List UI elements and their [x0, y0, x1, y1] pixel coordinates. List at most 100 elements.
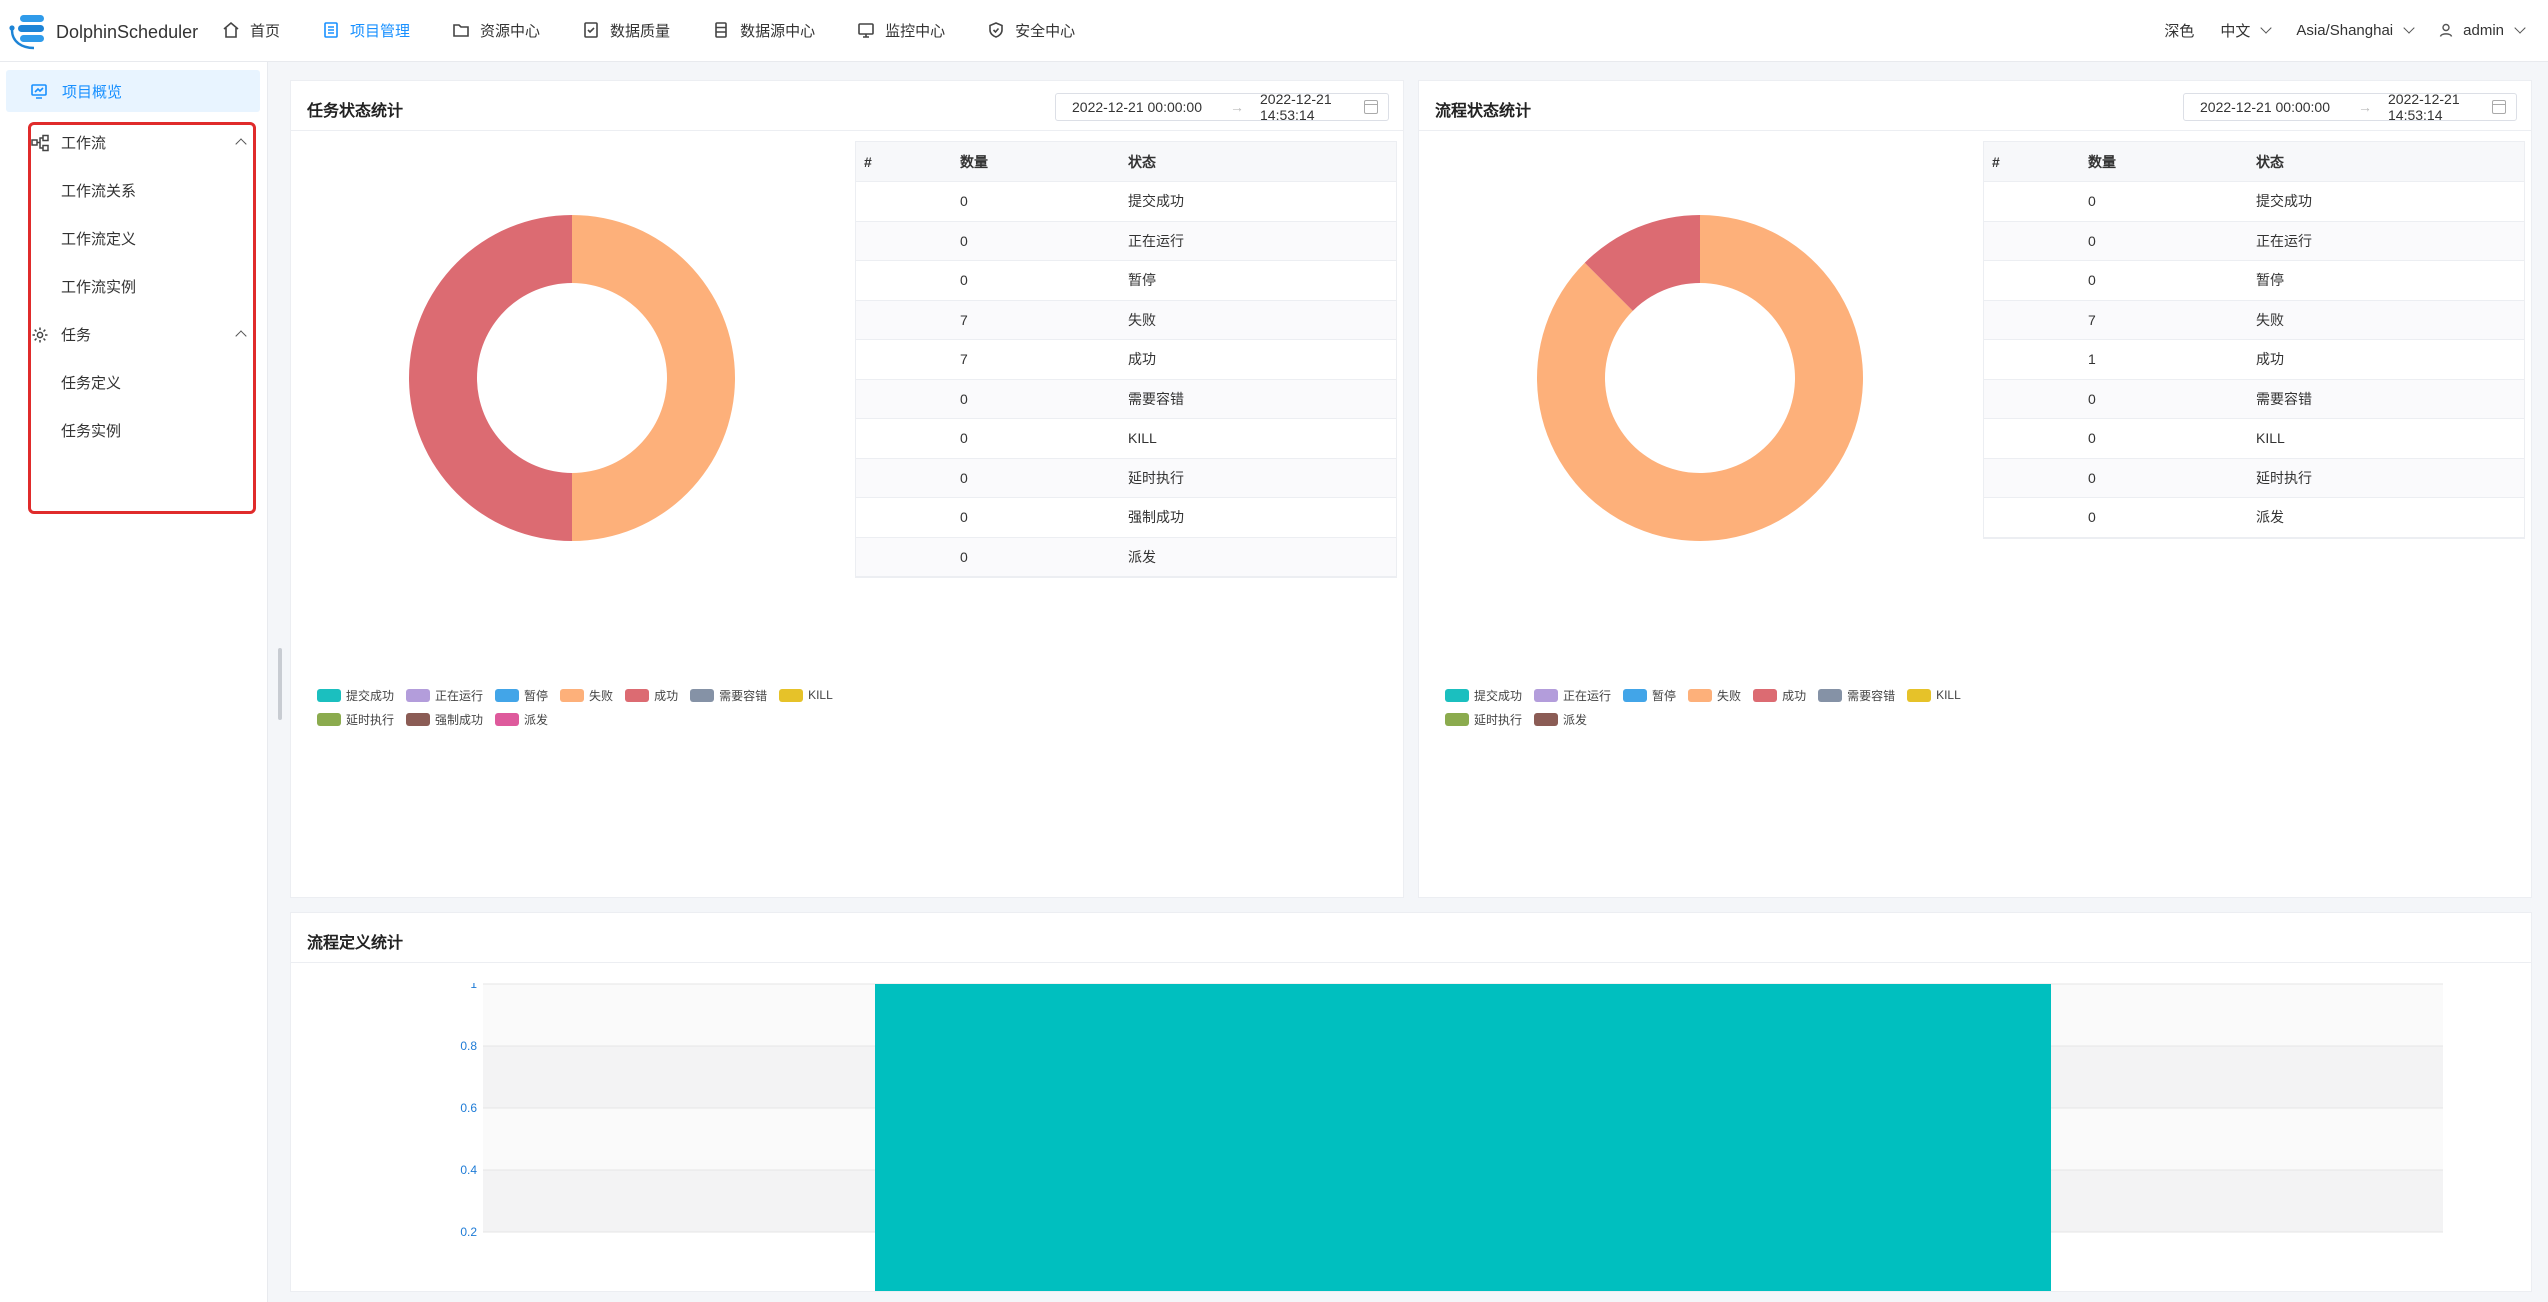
legend-item[interactable]: 成功	[1753, 687, 1806, 703]
nav-monitor[interactable]: 监控中心	[857, 0, 945, 60]
range-start: 2022-12-21 00:00:00	[1072, 99, 1202, 115]
nav-label: 安全中心	[1015, 22, 1076, 40]
row-count: 7	[960, 351, 968, 368]
chevron-down-icon	[2260, 22, 2273, 34]
card-header: 流程状态统计 2022-12-21 00:00:00 → 2022-12-21 …	[1419, 81, 2531, 131]
legend-item[interactable]: 需要容错	[690, 687, 767, 703]
card-title: 任务状态统计	[307, 103, 404, 120]
legend-item[interactable]: 派发	[495, 711, 548, 727]
home-icon	[223, 21, 239, 38]
legend-item[interactable]: 失败	[1688, 687, 1741, 703]
table-row: 0 提交成功	[1984, 182, 2524, 222]
row-count: 0	[2088, 232, 2096, 249]
project-icon	[324, 22, 338, 38]
sidebar-item-workflow-relation[interactable]: 工作流关系	[61, 180, 136, 201]
nav-label: 资源中心	[480, 22, 541, 40]
row-count: 0	[2088, 193, 2096, 210]
language-select[interactable]: 中文	[2220, 20, 2273, 41]
legend-item[interactable]: 提交成功	[1445, 687, 1522, 703]
legend-label: 失败	[589, 688, 614, 703]
sidebar-group-task[interactable]: 任务	[31, 324, 253, 345]
process-status-card: 流程状态统计 2022-12-21 00:00:00 → 2022-12-21 …	[1418, 80, 2532, 898]
legend-item[interactable]: 暂停	[495, 687, 548, 703]
legend-item[interactable]: 强制成功	[406, 711, 483, 727]
nav-datasource[interactable]: 数据源中心	[712, 0, 815, 60]
legend-item[interactable]: 暂停	[1623, 687, 1676, 703]
legend-swatch	[1445, 712, 1469, 726]
table-row: 0 延时执行	[856, 458, 1396, 498]
date-range-picker[interactable]: 2022-12-21 00:00:00 → 2022-12-21 14:53:1…	[2183, 91, 2517, 123]
arrow-right-icon: →	[2358, 99, 2372, 115]
sidebar-item-task-definition[interactable]: 任务定义	[61, 372, 121, 393]
legend-swatch	[1623, 688, 1648, 702]
chevron-up-icon	[235, 138, 247, 150]
sidebar-group-workflow[interactable]: 工作流	[31, 132, 253, 153]
sidebar-highlight-box: 工作流 工作流关系 工作流定义 工作流实例 任务 任务定义 任务实例	[28, 122, 256, 514]
row-state: 正在运行	[2256, 232, 2312, 249]
table-header: # 数量 状态	[856, 142, 1396, 182]
legend-item[interactable]: KILL	[779, 687, 833, 703]
sidebar-item-workflow-instance[interactable]: 工作流实例	[61, 276, 136, 297]
dashboard-icon	[31, 84, 47, 99]
legend-item[interactable]: 需要容错	[1818, 687, 1895, 703]
bar[interactable]	[875, 984, 2051, 1292]
legend-item[interactable]: 延时执行	[1445, 711, 1522, 727]
sidebar-item-task-instance[interactable]: 任务实例	[61, 420, 121, 441]
legend-label: 暂停	[524, 688, 549, 703]
row-state: 暂停	[1128, 272, 1156, 289]
app-logo[interactable]: DolphinScheduler	[8, 12, 198, 52]
legend-item[interactable]: KILL	[1907, 687, 1961, 703]
process-definition-bar-chart: 1 0.8 0.6 0.4 0.2	[460, 983, 2443, 1292]
sidebar: 项目概览 工作流 工作流关系 工作流定义 工作流实例 任务 任务定义 任务实例	[0, 62, 268, 1302]
sidebar-resize-handle[interactable]	[278, 648, 282, 720]
sidebar-item-label: 任务定义	[61, 375, 122, 392]
card-header: 任务状态统计 2022-12-21 00:00:00 → 2022-12-21 …	[291, 81, 1403, 131]
legend-item[interactable]: 提交成功	[317, 687, 394, 703]
donut-slice-2[interactable]	[409, 215, 572, 541]
nav-project[interactable]: 项目管理	[322, 0, 410, 60]
row-count: 0	[960, 232, 968, 249]
legend-item[interactable]: 正在运行	[1534, 687, 1611, 703]
language-label: 中文	[2220, 22, 2251, 40]
nav-home[interactable]: 首页	[222, 0, 280, 60]
app-name: DolphinScheduler	[56, 21, 199, 42]
table-row: 7 成功	[856, 340, 1396, 380]
timezone-label: Asia/Shanghai	[2296, 21, 2394, 39]
legend-label: 正在运行	[1563, 688, 1612, 703]
nav-label: 数据质量	[610, 22, 671, 40]
donut-slice-1[interactable]	[572, 215, 735, 541]
legend-item[interactable]: 成功	[625, 687, 678, 703]
row-count: 7	[960, 311, 968, 328]
legend-label: 需要容错	[1847, 688, 1896, 703]
table-row: 0 暂停	[1984, 261, 2524, 301]
nav-data-quality[interactable]: 数据质量	[582, 0, 670, 60]
sidebar-group-label: 任务	[61, 327, 92, 344]
sidebar-item-workflow-definition[interactable]: 工作流定义	[61, 228, 136, 249]
legend-label: 需要容错	[719, 688, 768, 703]
legend-item[interactable]: 延时执行	[317, 711, 394, 727]
legend-item[interactable]: 派发	[1534, 711, 1587, 727]
date-range-picker[interactable]: 2022-12-21 00:00:00 → 2022-12-21 14:53:1…	[1055, 91, 1389, 123]
theme-toggle[interactable]: 深色	[2164, 20, 2194, 41]
table-row: 0 派发	[856, 537, 1396, 577]
sidebar-item-overview[interactable]: 项目概览	[6, 70, 260, 112]
column-header: 状态	[1128, 153, 1156, 170]
legend-label: 强制成功	[435, 712, 484, 727]
datasource-icon	[715, 22, 727, 38]
legend-item[interactable]: 失败	[560, 687, 613, 703]
nav-resource[interactable]: 资源中心	[452, 0, 540, 60]
arrow-right-icon: →	[1230, 99, 1244, 115]
folder-icon	[453, 24, 469, 37]
legend-label: KILL	[1936, 688, 1961, 702]
sidebar-item-label: 项目概览	[62, 83, 123, 101]
timezone-select[interactable]: Asia/Shanghai	[2296, 21, 2415, 39]
row-count: 0	[2088, 272, 2096, 289]
user-menu[interactable]: admin	[2439, 22, 2526, 39]
legend-label: KILL	[808, 688, 833, 702]
row-count: 0	[960, 272, 968, 289]
range-start: 2022-12-21 00:00:00	[2200, 99, 2330, 115]
nav-security[interactable]: 安全中心	[987, 0, 1075, 60]
nav-label: 项目管理	[350, 22, 411, 40]
row-state: KILL	[2256, 430, 2285, 447]
legend-item[interactable]: 正在运行	[406, 687, 483, 703]
